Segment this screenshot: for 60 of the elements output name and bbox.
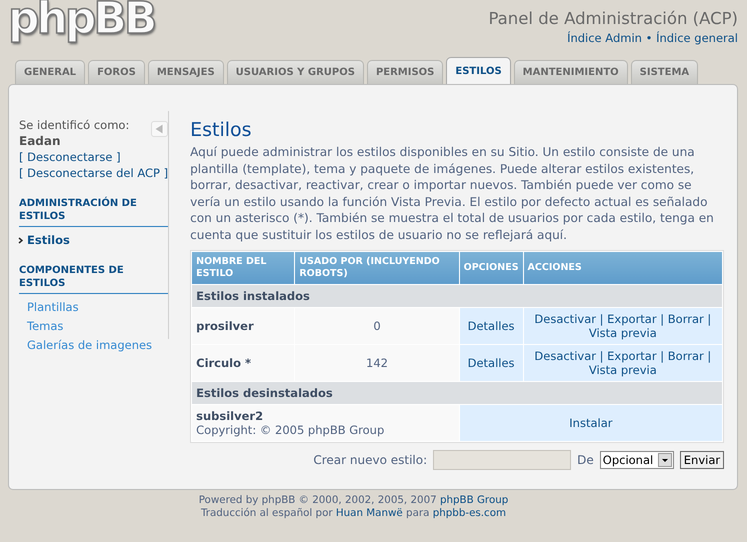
group-heading: Estilos instalados <box>192 284 722 307</box>
style-name: prosilver <box>192 308 294 344</box>
login-label: Se identificó como: <box>19 118 130 132</box>
logout-link[interactable]: [ Desconectarse del ACP ] <box>19 166 168 180</box>
tab[interactable]: FOROS <box>88 60 145 84</box>
tab[interactable]: MENSAJES <box>148 60 224 84</box>
tab[interactable]: ESTILOS <box>446 57 511 84</box>
footer-link[interactable]: phpBB Group <box>440 494 508 506</box>
separator: | <box>598 348 604 363</box>
separator: | <box>706 312 712 326</box>
header-link[interactable]: Índice general <box>656 31 738 45</box>
username: Eadan <box>19 134 62 148</box>
select-dropdown[interactable]: Opcional <box>600 450 674 469</box>
column-header: USADO POR (INCLUYENDO ROBOTS) <box>295 252 459 284</box>
copyright-text: Copyright: © 2005 phpBB Group <box>196 422 386 437</box>
action-link[interactable]: Exportar <box>607 348 657 363</box>
action-link[interactable]: Exportar <box>607 312 657 326</box>
style-name: Circulo * <box>192 344 294 381</box>
description: Aquí puede administrar los estilos disponibles en su Sitio. Un estilo consiste de una plantilla (template), tema y paquete de imágenes. Puede alterar estilos existentes, borrar, desactivar, reactivar, crear o importar nuevos. También puede ver como se vería un estilo usando la función Vista Previa. El estilo por defecto actual es señalado con un asterisco (*). También se muestra el total de usuarios por cada estilo, tenga en cuenta que sustituir los estilos de usuario no se reflejará aquí. <box>190 144 715 244</box>
footer-link[interactable]: phpbb-es.com <box>432 507 506 519</box>
tab[interactable]: MANTENIMIENTO <box>514 60 628 84</box>
action-link[interactable]: Vista previa <box>588 362 657 377</box>
style-name: subsilver2 <box>196 408 264 423</box>
page-heading: Estilos <box>190 119 253 141</box>
table-cell: 0 <box>295 308 459 344</box>
input-field[interactable] <box>433 450 572 470</box>
tab[interactable]: GENERAL <box>15 60 86 84</box>
footer-link[interactable]: Huan Manwë <box>336 507 403 519</box>
separator: | <box>598 312 604 326</box>
action-link[interactable]: Vista previa <box>588 326 657 340</box>
submit-button[interactable]: Enviar <box>680 450 724 469</box>
column-header: ACCIONES <box>524 252 722 284</box>
column-header: NOMBRE DEL ESTILO <box>192 252 294 284</box>
action-link[interactable]: Borrar <box>668 348 704 363</box>
column-header: OPCIONES <box>460 252 523 284</box>
action-link[interactable]: Instalar <box>569 416 612 430</box>
separator-dot: • <box>644 31 654 45</box>
field-label: Crear nuevo estilo: <box>313 452 428 467</box>
table-cell: 142 <box>295 344 459 381</box>
chevron-icon <box>18 237 23 244</box>
sidebar-item[interactable]: Estilos <box>27 233 168 247</box>
collapse-icon[interactable] <box>151 121 168 137</box>
logout-link[interactable]: [ Desconectarse ] <box>19 150 168 164</box>
footer-text: Powered by phpBB © 2000, 2002, 2005, 2007 phpBB Group <box>198 494 510 507</box>
action-link[interactable]: Desactivar <box>534 312 596 326</box>
panel-title: Panel de Administración (ACP) <box>488 9 738 28</box>
tab[interactable]: PERMISOS <box>366 60 444 84</box>
separator: | <box>659 312 666 326</box>
field-label: De <box>577 452 594 467</box>
separator: | <box>659 348 666 363</box>
section-heading: COMPONENTES DE ESTILOS <box>19 264 168 294</box>
action-link[interactable]: Borrar <box>668 312 704 326</box>
header-link[interactable]: Índice Admin <box>567 31 642 45</box>
action-link[interactable]: Desactivar <box>534 348 596 363</box>
separator: | <box>706 348 712 363</box>
footer-text: Traducción al español por Huan Manwë para phpbb-es.com <box>200 507 508 520</box>
tab[interactable]: SISTEMA <box>630 60 698 84</box>
section-heading: ADMINISTRACIÓN DE ESTILOS <box>19 197 168 227</box>
group-heading: Estilos desinstalados <box>192 382 722 404</box>
tab[interactable]: USUARIOS Y GRUPOS <box>226 60 364 84</box>
